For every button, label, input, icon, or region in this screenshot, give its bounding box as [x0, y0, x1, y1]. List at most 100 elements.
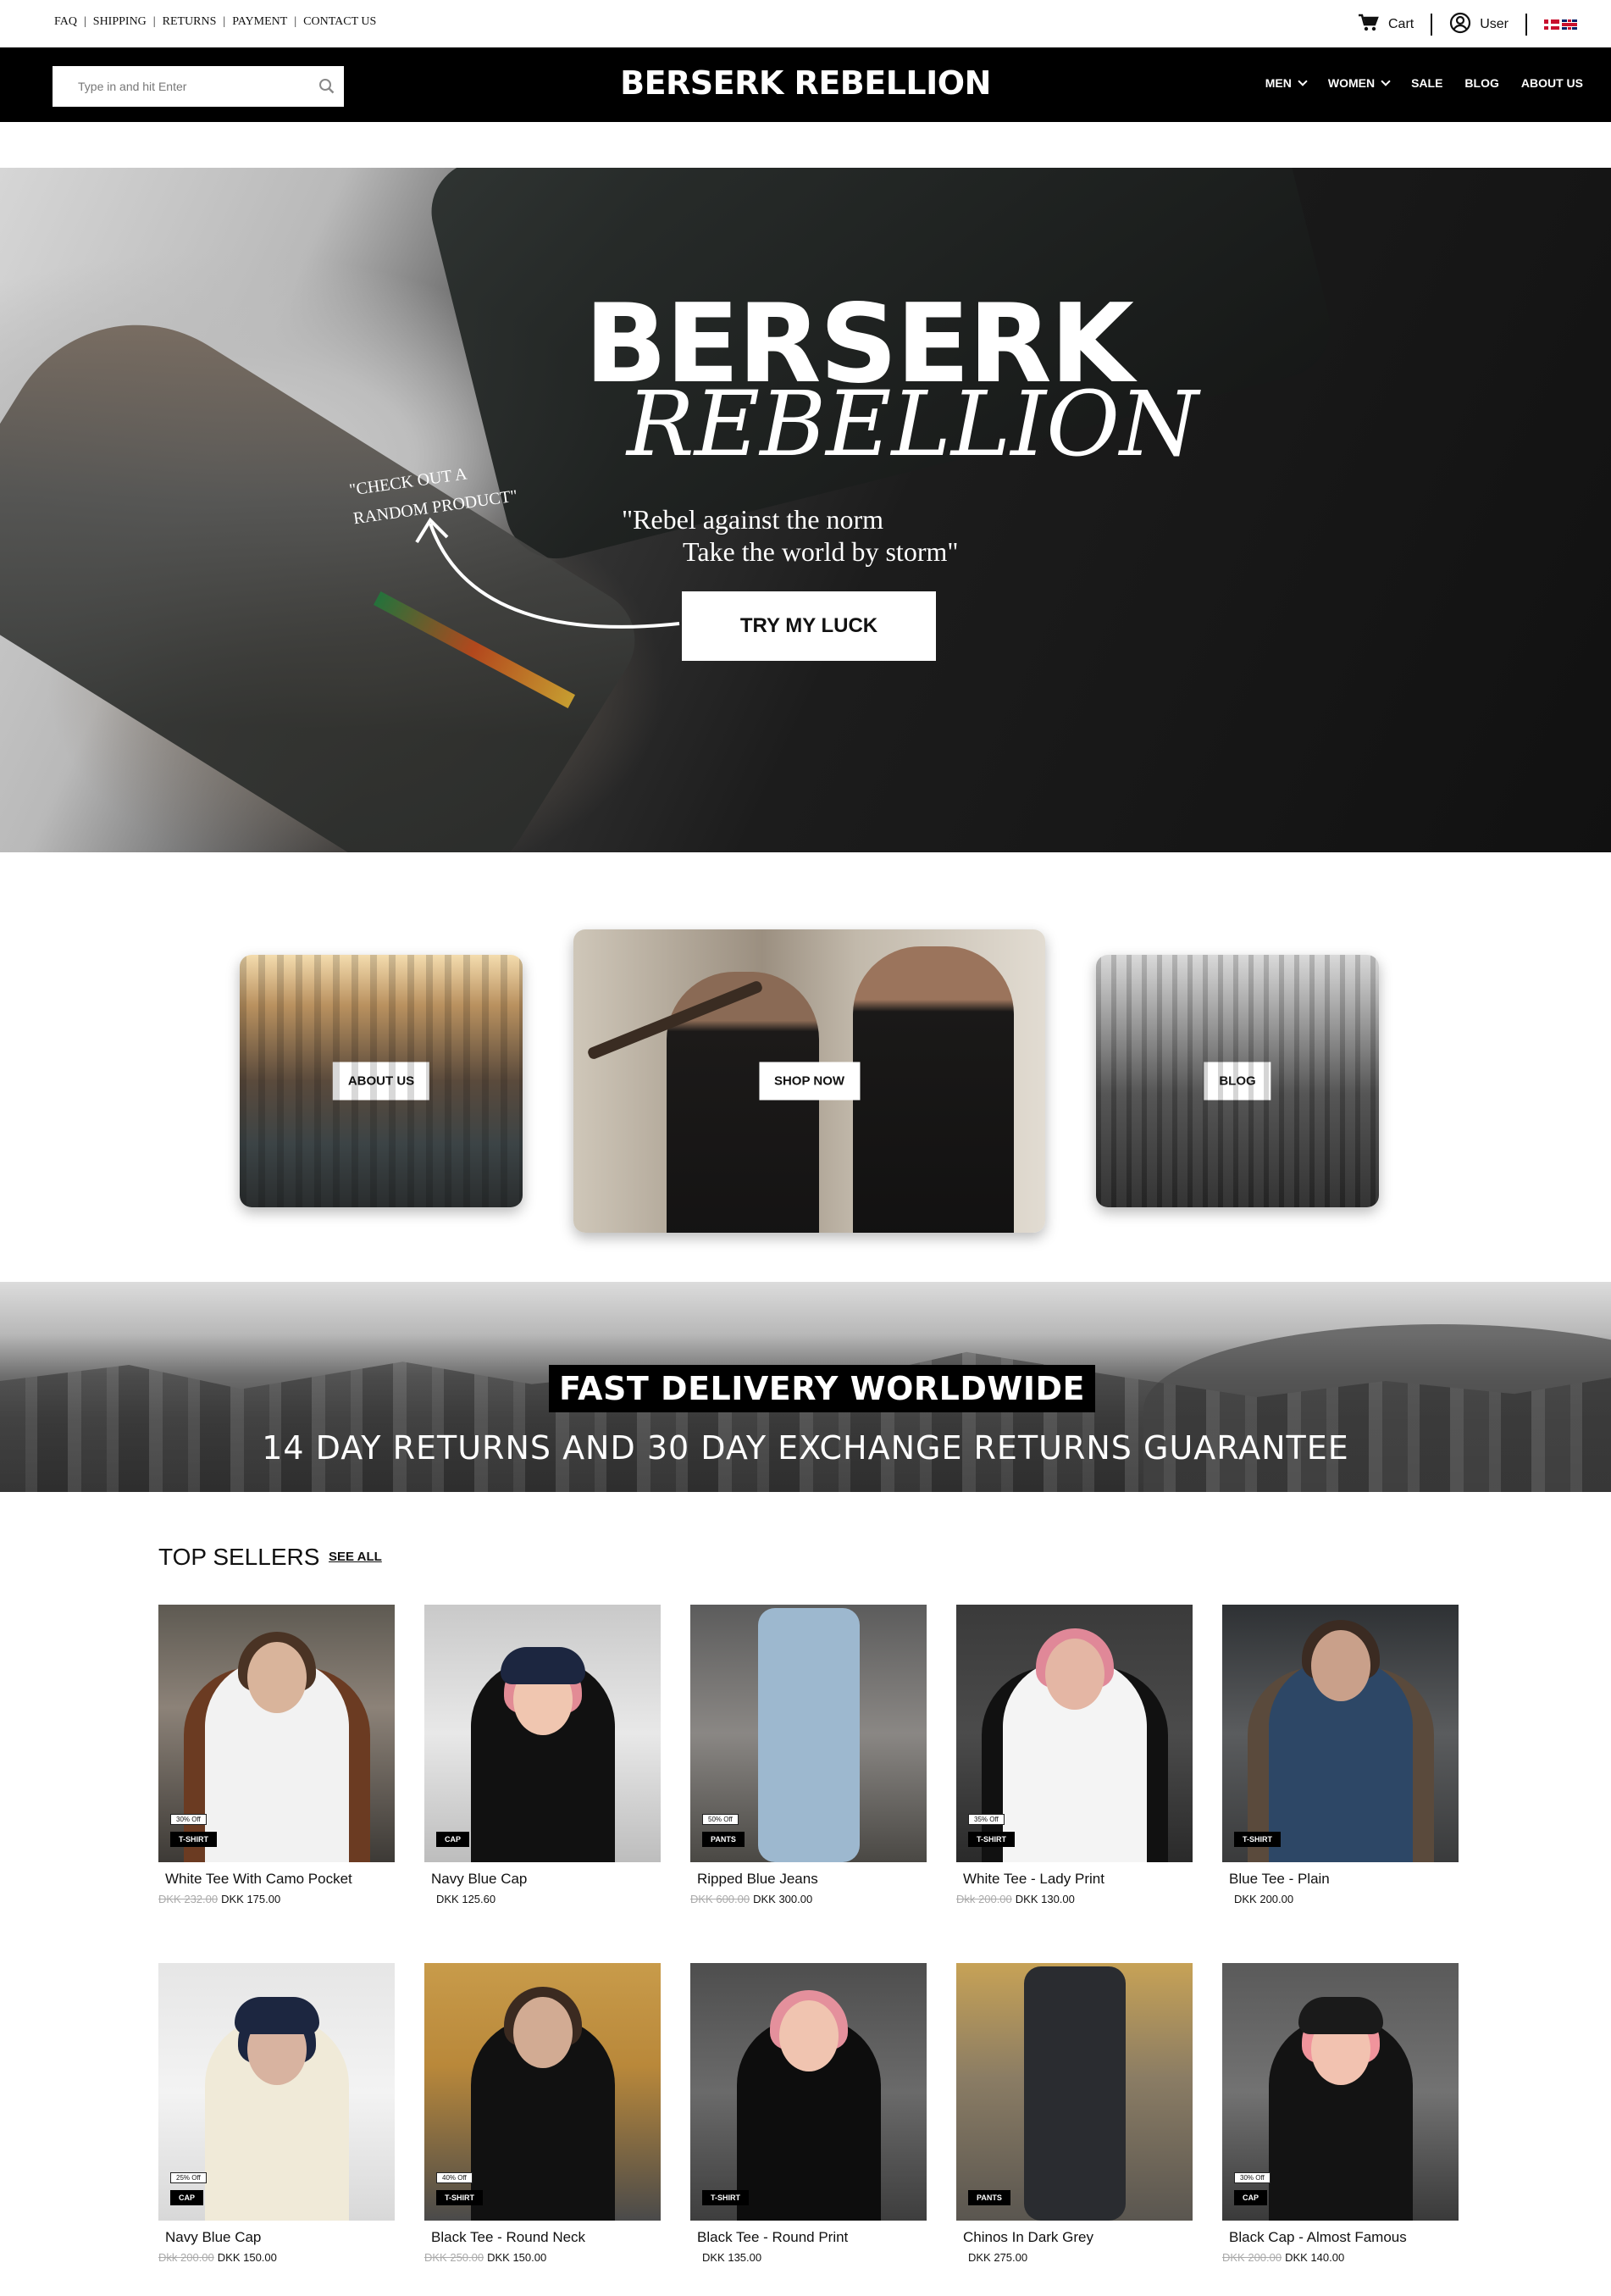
- delivery-banner: FAST DELIVERY WORLDWIDE 14 DAY RETURNS A…: [0, 1282, 1611, 1492]
- shop-now-tile-label[interactable]: SHOP NOW: [758, 1062, 861, 1101]
- current-price: DKK 200.00: [1234, 1893, 1294, 1905]
- menu-men[interactable]: MEN: [1254, 75, 1317, 90]
- product-card[interactable]: 50% Off PANTS Ripped Blue Jeans DKK 600.00 D…: [690, 1605, 927, 1905]
- shop-now-tile[interactable]: SHOP NOW: [573, 929, 1045, 1233]
- product-photo-model: [1023, 1966, 1126, 2221]
- product-name[interactable]: Black Cap - Almost Famous: [1222, 2229, 1459, 2246]
- banner-headline: FAST DELIVERY WORLDWIDE: [549, 1365, 1095, 1412]
- tile-photo-model: [853, 946, 1014, 1233]
- user-link[interactable]: User: [1432, 12, 1525, 38]
- product-price: DKK 135.00: [690, 2251, 927, 2264]
- category-badge: T-SHIRT: [170, 1832, 217, 1847]
- category-badge: PANTS: [968, 2190, 1010, 2205]
- product-image[interactable]: 50% Off PANTS: [690, 1605, 927, 1862]
- product-image[interactable]: T-SHIRT: [1222, 1605, 1459, 1862]
- product-photo-model: [757, 1608, 860, 1862]
- search-box: [53, 66, 344, 107]
- about-us-tile[interactable]: ABOUT US: [240, 955, 523, 1207]
- product-image[interactable]: T-SHIRT: [690, 1963, 927, 2221]
- product-image[interactable]: 25% Off CAP: [158, 1963, 395, 2221]
- old-price: DKK 600.00: [690, 1893, 750, 1905]
- blog-tile[interactable]: BLOG: [1096, 955, 1379, 1207]
- product-name[interactable]: White Tee - Lady Print: [956, 1871, 1193, 1888]
- product-photo-cap: [1298, 1997, 1383, 2034]
- blog-tile-label[interactable]: BLOG: [1204, 1062, 1271, 1101]
- search-input[interactable]: [53, 66, 310, 107]
- product-price: DKK 600.00 DKK 300.00: [690, 1893, 927, 1905]
- english-flag-icon[interactable]: [1562, 19, 1577, 30]
- product-name[interactable]: White Tee With Camo Pocket: [158, 1871, 395, 1888]
- main-menu: MEN WOMEN SALE BLOG ABOUT US: [1254, 75, 1594, 90]
- menu-blog[interactable]: BLOG: [1453, 76, 1509, 90]
- cart-link[interactable]: Cart: [1341, 14, 1431, 36]
- product-image[interactable]: 35% Off T-SHIRT: [956, 1605, 1193, 1862]
- menu-women-label: WOMEN: [1327, 76, 1376, 90]
- product-price: DKK 125.60: [424, 1893, 661, 1905]
- product-image[interactable]: 30% Off T-SHIRT: [158, 1605, 395, 1862]
- product-name[interactable]: Ripped Blue Jeans: [690, 1871, 927, 1888]
- product-card[interactable]: 40% Off T-SHIRT Black Tee - Round Neck DKK …: [424, 1963, 661, 2264]
- product-card[interactable]: 35% Off T-SHIRT White Tee - Lady Print Dkk …: [956, 1605, 1193, 1905]
- returns-link[interactable]: RETURNS: [163, 15, 217, 29]
- account-area: Cart User: [1341, 12, 1577, 37]
- product-card[interactable]: 30% Off T-SHIRT White Tee With Camo Pocket…: [158, 1605, 395, 1905]
- menu-sale[interactable]: SALE: [1400, 76, 1453, 90]
- product-image[interactable]: CAP: [424, 1605, 661, 1862]
- menu-women[interactable]: WOMEN: [1317, 75, 1400, 90]
- current-price: DKK 150.00: [217, 2251, 277, 2264]
- menu-about-us[interactable]: ABOUT US: [1510, 76, 1594, 90]
- current-price: DKK 130.00: [1015, 1893, 1075, 1905]
- utility-links: FAQ | SHIPPING | RETURNS | PAYMENT | CONTACT…: [54, 15, 377, 29]
- product-photo-face: [512, 1997, 573, 2068]
- about-us-tile-label[interactable]: ABOUT US: [332, 1062, 430, 1101]
- product-card[interactable]: T-SHIRT Black Tee - Round Print DKK 135.00: [690, 1963, 927, 2264]
- product-photo-cap: [500, 1647, 585, 1684]
- contact-us-link[interactable]: CONTACT US: [303, 15, 376, 29]
- category-badge: CAP: [170, 2190, 204, 2205]
- product-card[interactable]: CAP Navy Blue Cap DKK 125.60: [424, 1605, 661, 1905]
- product-name[interactable]: Navy Blue Cap: [424, 1871, 661, 1888]
- product-photo-face: [778, 2000, 839, 2071]
- payment-link[interactable]: PAYMENT: [232, 15, 287, 29]
- hero-quote-line: Take the world by storm": [683, 536, 959, 567]
- faq-link[interactable]: FAQ: [54, 15, 77, 29]
- product-image[interactable]: PANTS: [956, 1963, 1193, 2221]
- product-name[interactable]: Blue Tee - Plain: [1222, 1871, 1459, 1888]
- product-name[interactable]: Chinos In Dark Grey: [956, 2229, 1193, 2246]
- product-price: DKK 200.00: [1222, 1893, 1459, 1905]
- product-card[interactable]: T-SHIRT Blue Tee - Plain DKK 200.00: [1222, 1605, 1459, 1905]
- product-card[interactable]: 25% Off CAP Navy Blue Cap Dkk 200.00 DKK 150…: [158, 1963, 395, 2264]
- current-price: DKK 175.00: [221, 1893, 281, 1905]
- cart-icon: [1358, 14, 1380, 36]
- chevron-down-icon: [1298, 75, 1308, 86]
- product-card[interactable]: 30% Off CAP Black Cap - Almost Famous DKK 2…: [1222, 1963, 1459, 2264]
- product-photo-cap: [234, 1997, 319, 2034]
- cart-label: Cart: [1387, 17, 1414, 31]
- try-my-luck-button[interactable]: TRY MY LUCK: [682, 591, 936, 661]
- discount-badge: 30% Off: [170, 1814, 207, 1825]
- chevron-down-icon: [1381, 75, 1391, 86]
- danish-flag-icon[interactable]: [1544, 19, 1559, 30]
- product-price: DKK 200.00 DKK 140.00: [1222, 2251, 1459, 2264]
- product-name[interactable]: Navy Blue Cap: [158, 2229, 395, 2246]
- old-price: Dkk 200.00: [158, 2251, 214, 2264]
- product-price: Dkk 200.00 DKK 130.00: [956, 1893, 1193, 1905]
- product-price: DKK 232.00 DKK 175.00: [158, 1893, 395, 1905]
- product-photo-face: [246, 1642, 307, 1713]
- top-utility-bar: FAQ | SHIPPING | RETURNS | PAYMENT | CONTACT…: [0, 0, 1611, 47]
- search-icon[interactable]: [310, 66, 344, 107]
- see-all-link[interactable]: SEE ALL: [329, 1550, 382, 1564]
- product-name[interactable]: Black Tee - Round Print: [690, 2229, 927, 2246]
- hero-subtitle: REBELLION: [627, 372, 1199, 476]
- menu-blog-label: BLOG: [1464, 76, 1499, 90]
- product-card[interactable]: PANTS Chinos In Dark Grey DKK 275.00: [956, 1963, 1193, 2264]
- current-price: DKK 135.00: [702, 2251, 762, 2264]
- discount-badge: 35% Off: [968, 1814, 1005, 1825]
- product-name[interactable]: Black Tee - Round Neck: [424, 2229, 661, 2246]
- product-price: DKK 275.00: [956, 2251, 1193, 2264]
- shipping-link[interactable]: SHIPPING: [93, 15, 147, 29]
- product-image[interactable]: 40% Off T-SHIRT: [424, 1963, 661, 2221]
- product-image[interactable]: 30% Off CAP: [1222, 1963, 1459, 2221]
- brand-name[interactable]: BERSERK REBELLION: [620, 64, 991, 102]
- current-price: DKK 125.60: [436, 1893, 496, 1905]
